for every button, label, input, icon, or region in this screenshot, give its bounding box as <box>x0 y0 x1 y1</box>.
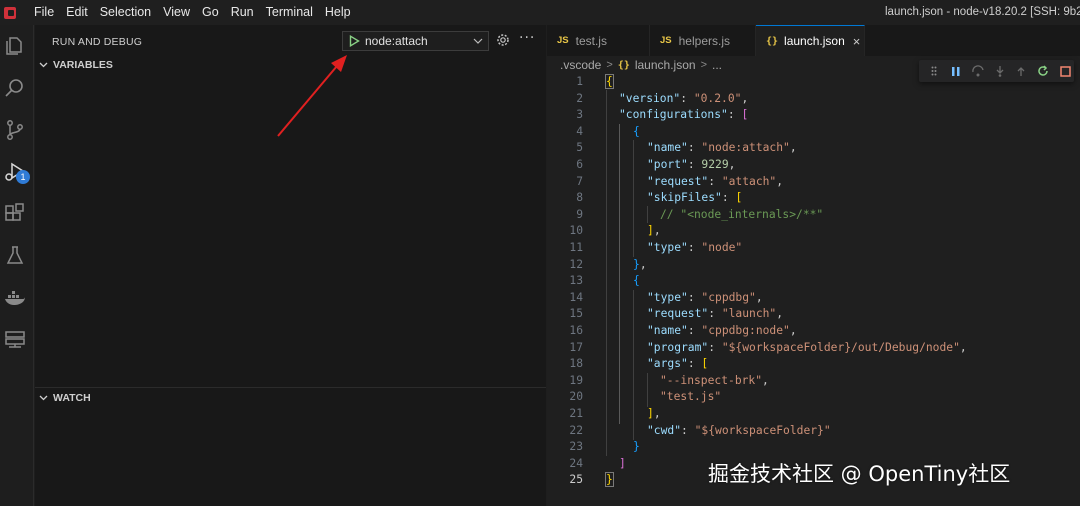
breadcrumb-file[interactable]: launch.json <box>635 58 696 72</box>
watch-label: WATCH <box>53 392 91 404</box>
watermark-text: 掘金技术社区 @ OpenTiny社区 <box>708 462 1011 486</box>
menu-edit[interactable]: Edit <box>60 0 94 25</box>
menu-help[interactable]: Help <box>319 0 357 25</box>
code-line: 23} <box>569 440 640 454</box>
title-bar: File Edit Selection View Go Run Terminal… <box>0 0 1080 25</box>
source-control-icon[interactable] <box>3 118 27 142</box>
watch-section-header[interactable]: WATCH <box>39 392 91 404</box>
debug-badge: 1 <box>16 170 30 184</box>
activity-bar: 1 <box>0 25 34 506</box>
menu-selection[interactable]: Selection <box>94 0 157 25</box>
json-file-icon: {} <box>617 59 630 71</box>
code-line: 20 "test.js" <box>569 390 722 404</box>
breadcrumb-symbols[interactable]: ... <box>712 58 722 72</box>
code-line: 9// "<node_internals>/**" <box>576 207 824 221</box>
javascript-file-icon: JS <box>660 35 672 46</box>
window-title: launch.json - node-v18.20.2 [SSH: 9b2c75… <box>885 6 1080 18</box>
tab-label: test.js <box>575 33 607 48</box>
breadcrumb-folder[interactable]: .vscode <box>560 58 601 72</box>
run-and-debug-panel: RUN AND DEBUG node:attach ··· VARIABLES … <box>35 25 546 506</box>
json-file-icon: {} <box>766 35 779 47</box>
extensions-icon[interactable] <box>3 202 27 226</box>
tab-helpers-js[interactable]: JS helpers.js <box>650 25 756 56</box>
breadcrumb-separator-icon: > <box>700 59 707 71</box>
code-line: 11 "type": "node" <box>569 241 743 254</box>
chevron-down-icon <box>39 395 53 401</box>
menu-file[interactable]: File <box>28 0 60 25</box>
editor-area: JS test.js JS helpers.js {} launch.json … <box>547 25 1080 506</box>
code-line: 16 "name": "cppdbg:node", <box>569 324 797 337</box>
code-line: 1{ <box>576 74 614 89</box>
code-line: 14 "type": "cppdbg", <box>569 290 763 304</box>
code-line: 7 "request": "attach", <box>576 174 784 188</box>
code-line: 8 "skipFiles": [ <box>576 191 743 205</box>
close-icon[interactable]: × <box>853 34 861 49</box>
code-line: 10], <box>569 224 661 238</box>
code-line: 6 "port": 9229, <box>576 158 736 171</box>
tab-test-js[interactable]: JS test.js <box>547 25 650 56</box>
tab-label: helpers.js <box>678 33 730 48</box>
code-line: 2 "version": "0.2.0", <box>576 91 749 105</box>
search-icon[interactable] <box>3 76 27 100</box>
menu-go[interactable]: Go <box>196 0 225 25</box>
code-line: 17 "program": "${workspaceFolder}/out/Deb… <box>569 340 967 354</box>
javascript-file-icon: JS <box>557 35 569 46</box>
breadcrumb-separator-icon: > <box>606 59 613 71</box>
code-line: 18 "args": [ <box>569 357 709 371</box>
menu-bar: File Edit Selection View Go Run Terminal… <box>28 0 357 25</box>
editor-tab-bar: JS test.js JS helpers.js {} launch.json … <box>547 25 1080 56</box>
code-line: 4{ <box>576 124 640 138</box>
code-line: 22 "cwd": "${workspaceFolder}" <box>569 423 831 437</box>
code-line: 19 "--inspect-brk", <box>569 373 769 387</box>
app-logo-icon <box>3 5 19 21</box>
code-line: 5 "name": "node:attach", <box>576 141 797 155</box>
tab-label: launch.json <box>784 34 845 48</box>
code-line: 12}, <box>569 257 647 271</box>
code-line: 21], <box>569 407 661 420</box>
breadcrumb: .vscode > {} launch.json > ... <box>560 58 722 72</box>
explorer-icon[interactable] <box>3 34 27 58</box>
annotation-arrow <box>277 55 347 137</box>
menu-run[interactable]: Run <box>225 0 260 25</box>
code-line: 13{ <box>569 274 640 288</box>
docker-icon[interactable] <box>3 286 27 310</box>
testing-icon[interactable] <box>3 244 27 268</box>
menu-terminal[interactable]: Terminal <box>260 0 319 25</box>
menu-view[interactable]: View <box>157 0 196 25</box>
code-line: 15 "request": "launch", <box>569 307 784 321</box>
tab-launch-json[interactable]: {} launch.json × <box>756 25 865 56</box>
section-divider <box>35 387 546 388</box>
code-line: 3 "configurations": [ <box>576 108 749 122</box>
remote-explorer-icon[interactable] <box>3 328 27 352</box>
